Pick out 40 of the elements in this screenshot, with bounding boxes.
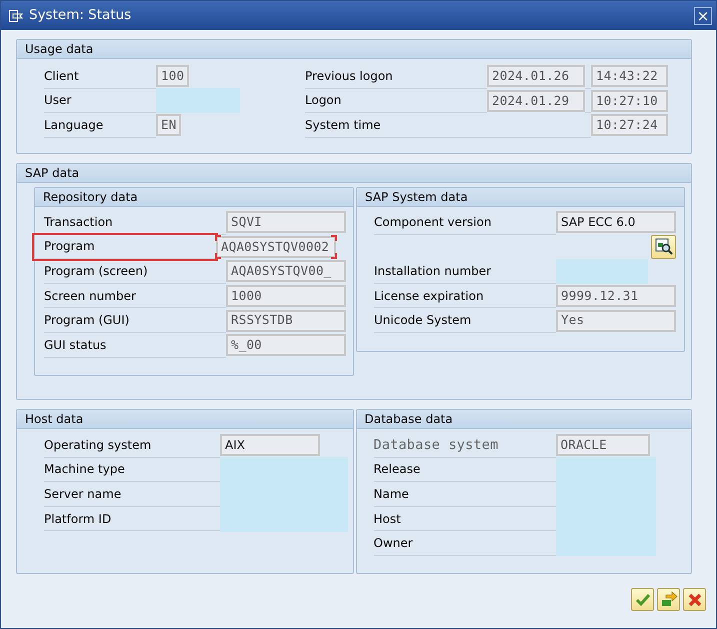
window-title: System: Status <box>29 6 132 26</box>
group-title: SAP System data <box>357 188 684 207</box>
cancel-button[interactable] <box>683 588 706 611</box>
group-title: SAP data <box>17 164 691 183</box>
input-field: 2024.01.29 <box>487 90 585 112</box>
window-icon <box>9 10 23 22</box>
input-field: AQA0SYSTQV0002 <box>216 236 336 258</box>
input-field: AIX <box>220 434 320 456</box>
input-field: 100 <box>156 65 190 88</box>
input-field: %_00 <box>226 334 346 356</box>
input-field: SQVI <box>226 211 346 234</box>
transfer-button[interactable] <box>657 588 680 611</box>
input-field: Yes <box>556 310 676 332</box>
input-field: 9999.12.31 <box>556 285 676 308</box>
group-title: Database data <box>356 410 691 429</box>
input-field: RSSYSTDB <box>226 310 346 332</box>
field-label: Host <box>374 506 556 532</box>
input-field: EN <box>156 114 182 136</box>
field-label: Database system <box>374 433 556 458</box>
field-label: Name <box>374 482 556 507</box>
confirm-button[interactable] <box>631 588 654 611</box>
input-field: 10:27:24 <box>591 114 668 136</box>
close-button[interactable]: × <box>694 6 712 24</box>
arrows-icon <box>660 590 678 608</box>
input-field: 1000 <box>226 285 346 308</box>
input-field: ORACLE <box>556 434 650 456</box>
field-label: Release <box>374 458 556 482</box>
field-label: Program <box>34 234 216 260</box>
detail-button[interactable] <box>651 234 676 259</box>
input-field: 10:27:10 <box>591 90 668 112</box>
input-field: SAP ECC 6.0 <box>556 211 676 234</box>
group-title: Host data <box>17 410 352 429</box>
group-title: Usage data <box>17 40 691 59</box>
input-field: 2024.01.26 <box>487 65 585 88</box>
input-field: 14:43:22 <box>591 65 668 88</box>
field-label: Owner <box>374 531 556 556</box>
input-field: AQA0SYSTQV00_ <box>226 260 346 282</box>
magnifier-icon <box>654 238 672 256</box>
field-label: System time <box>305 113 487 138</box>
group-title: Repository data <box>35 188 353 207</box>
